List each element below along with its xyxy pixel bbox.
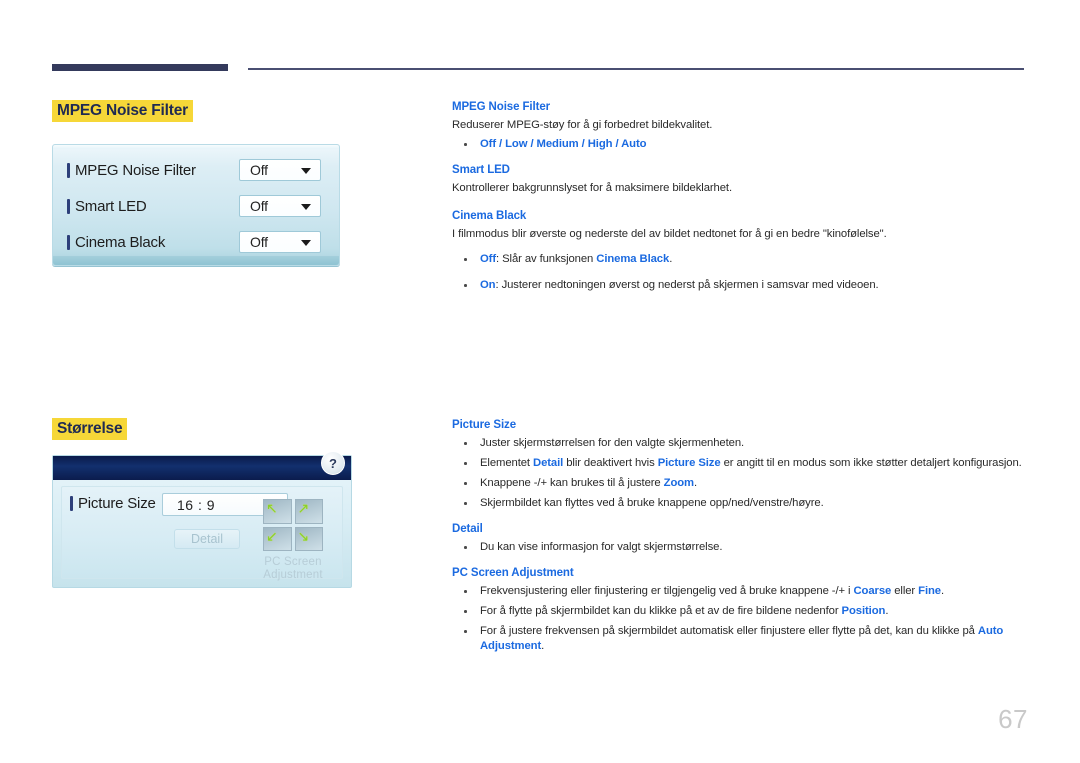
desc-text-pcsa1-b: eller	[891, 585, 919, 597]
desc-ref-cinema-black: Cinema Black	[596, 253, 670, 265]
desc-bullet-mpeg-options: Off / Low / Medium / High / Auto	[452, 137, 1032, 152]
osd-dropdown-mpeg-noise-filter[interactable]: Off	[239, 159, 321, 181]
position-grid-icon[interactable]: ↖ ↗ ↙ ↘	[263, 499, 323, 551]
desc-text-pcsa2-b: .	[885, 605, 889, 617]
desc-text-ps3-b: .	[694, 477, 698, 489]
desc-body-mpeg-noise-filter: Reduserer MPEG-støy for å gi forbedret b…	[452, 119, 713, 131]
desc-key-zoom: Zoom	[663, 477, 695, 489]
desc-text-cinema-off: : Slår av funksjonen	[496, 253, 597, 265]
bullet-marker-icon	[67, 198, 70, 214]
osd-row-smart-led[interactable]: Smart LED Off	[67, 191, 329, 221]
desc-bullet-picture-size-1: Juster skjermstørrelsen for den valgte s…	[452, 436, 1032, 451]
desc-heading-cinema-black: Cinema Black	[452, 210, 527, 222]
osd-panel-picture-options: MPEG Noise Filter Off Smart LED Off Cine…	[52, 144, 340, 266]
desc-text-ps3-a: Knappene -/+ kan brukes til å justere	[480, 477, 664, 489]
desc-key-off: Off	[480, 138, 497, 150]
desc-body-cinema-black: I filmmodus blir øverste og nederste del…	[452, 228, 887, 240]
desc-bullet-picture-size-3: Knappene -/+ kan brukes til å justere Zo…	[452, 476, 1032, 491]
osd-row-mpeg-noise-filter[interactable]: MPEG Noise Filter Off	[67, 155, 329, 185]
desc-key-picture-size: Picture Size	[657, 457, 721, 469]
desc-key-options-rest: / Low / Medium / High / Auto	[496, 138, 647, 150]
chevron-down-icon	[301, 240, 311, 246]
desc-heading-pc-screen-adjustment: PC Screen Adjustment	[452, 567, 574, 579]
description-column-bottom: Picture Size Juster skjermstørrelsen for…	[452, 418, 1032, 659]
arrow-up-right-icon: ↗	[297, 500, 310, 516]
position-cell-bottom-right[interactable]: ↘	[294, 526, 323, 551]
osd-row-picture-size: Picture Size	[70, 495, 156, 512]
desc-key-cinema-off: Off	[480, 253, 497, 265]
osd-label-smart-led: Smart LED	[75, 197, 147, 215]
desc-text-pcsa3-a: For å justere frekvensen på skjermbildet…	[480, 625, 978, 637]
chevron-down-icon	[301, 168, 311, 174]
osd-dropdown-smart-led[interactable]: Off	[239, 195, 321, 217]
desc-text-pcsa1-c: .	[940, 585, 945, 597]
desc-key-detail: Detail	[533, 457, 564, 469]
desc-text-cinema-on: : Justerer nedtoningen øverst og nederst…	[495, 279, 879, 291]
osd-panel-body: MPEG Noise Filter Off Smart LED Off Cine…	[53, 149, 339, 256]
desc-body-smart-led: Kontrollerer bakgrunnslyset for å maksim…	[452, 182, 732, 194]
position-cell-top-right[interactable]: ↗	[294, 499, 323, 524]
detail-button[interactable]: Detail	[174, 529, 240, 549]
desc-bullet-cinema-black-off: Off: Slår av funksjonen Cinema Black.	[452, 252, 1032, 267]
pc-screen-adjustment-group[interactable]: ↖ ↗ ↙ ↘ PC Screen Adjustment	[252, 499, 334, 582]
desc-bullet-pcsa-2: For å flytte på skjermbildet kan du klik…	[452, 604, 1032, 619]
section-heading-mpeg-noise-filter: MPEG Noise Filter	[52, 100, 193, 122]
desc-bullet-detail-1: Du kan vise informasjon for valgt skjerm…	[452, 540, 1032, 555]
desc-text-cinema-off-end: .	[669, 253, 673, 265]
desc-heading-mpeg-noise-filter: MPEG Noise Filter	[452, 101, 550, 113]
desc-text-pcsa3-b: .	[541, 640, 545, 652]
osd-row-cinema-black[interactable]: Cinema Black Off	[67, 227, 329, 257]
osd-label-mpeg-noise-filter: MPEG Noise Filter	[75, 161, 196, 179]
bullet-marker-icon	[67, 234, 70, 250]
desc-key-coarse: Coarse	[853, 585, 892, 597]
pc-screen-adjustment-label: PC Screen Adjustment	[263, 556, 323, 581]
arrow-up-left-icon: ↖	[266, 500, 278, 516]
bullet-marker-icon	[67, 162, 70, 178]
arrow-down-right-icon: ↘	[297, 527, 310, 544]
top-rule-thin-line	[248, 68, 1024, 70]
desc-heading-detail: Detail	[452, 523, 483, 535]
osd-dropdown-cinema-black[interactable]: Off	[239, 231, 321, 253]
bullet-marker-icon	[70, 496, 73, 511]
desc-key-cinema-on: On	[480, 279, 496, 291]
osd-dropdown-value-smart-led: Off	[250, 198, 268, 214]
desc-bullet-picture-size-2: Elementet Detail blir deaktivert hvis Pi…	[452, 456, 1032, 471]
desc-key-position: Position	[841, 605, 886, 617]
chevron-down-icon	[301, 204, 311, 210]
section-heading-storrelse: Størrelse	[52, 418, 128, 440]
arrow-down-left-icon: ↙	[266, 527, 278, 544]
desc-heading-picture-size: Picture Size	[452, 419, 516, 431]
position-cell-top-left[interactable]: ↖	[263, 499, 292, 524]
description-column-top: MPEG Noise Filter Reduserer MPEG-støy fo…	[452, 100, 1032, 298]
position-cell-bottom-left[interactable]: ↙	[263, 526, 292, 551]
osd-panel-titlebar: ?	[53, 451, 351, 480]
osd-label-cinema-black: Cinema Black	[75, 233, 166, 251]
osd-dropdown-value-mpeg-noise-filter: Off	[250, 162, 268, 178]
osd-panel-picture-size-body: Picture Size 16 : 9 Detail ↖ ↗ ↙ ↘ PC Sc…	[61, 486, 343, 582]
osd-panel-picture-size: ? Picture Size 16 : 9 Detail ↖ ↗ ↙ ↘ PC …	[52, 451, 352, 588]
osd-label-picture-size: Picture Size	[78, 495, 156, 512]
desc-text-pcsa1-a: Frekvensjustering eller finjustering er …	[480, 585, 854, 597]
desc-text-ps2-b: blir deaktivert hvis	[563, 457, 658, 469]
desc-text-ps2-a: Elementet	[480, 457, 534, 469]
osd-dropdown-value-picture-size: 16 : 9	[177, 496, 216, 513]
desc-text-ps2-c: er angitt til en modus som ikke støtter …	[720, 457, 1022, 469]
desc-heading-smart-led: Smart LED	[452, 164, 510, 176]
desc-bullet-picture-size-4: Skjermbildet kan flyttes ved å bruke kna…	[452, 496, 1032, 511]
page-number: 67	[998, 704, 1028, 734]
desc-bullet-cinema-black-on: On: Justerer nedtoningen øverst og neder…	[452, 278, 1032, 293]
desc-text-pcsa2-a: For å flytte på skjermbildet kan du klik…	[480, 605, 842, 617]
help-icon[interactable]: ?	[321, 451, 345, 475]
osd-dropdown-value-cinema-black: Off	[250, 234, 268, 250]
desc-bullet-pcsa-1: Frekvensjustering eller finjustering er …	[452, 584, 1032, 599]
desc-bullet-pcsa-3: For å justere frekvensen på skjermbildet…	[452, 624, 1032, 654]
top-rule-thick-bar	[52, 64, 228, 71]
desc-key-fine: Fine	[918, 585, 941, 597]
